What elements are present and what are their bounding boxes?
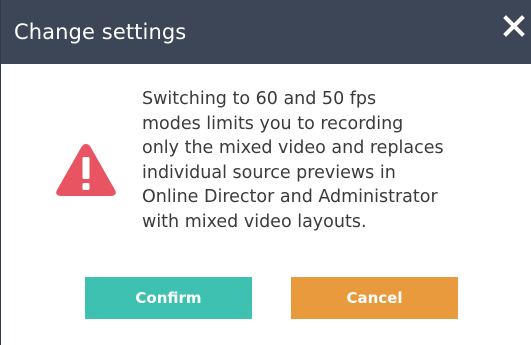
message-line: only the mixed video and replaces [142,138,444,159]
dialog-title: Change settings [14,20,187,44]
message-line: Switching to 60 and 50 fps [142,89,377,109]
dialog-header: Change settings [1,0,531,64]
close-icon[interactable] [501,13,527,39]
message-line: modes limits you to recording [142,113,404,134]
change-settings-dialog: Change settings Switching to 60 and 50 f… [0,0,531,345]
confirm-button[interactable]: Confirm [85,277,252,319]
message-line: individual source previews in [142,162,396,183]
message-line: Online Director and Administrator [142,187,438,208]
dialog-message: Switching to 60 and 50 fps modes limits … [142,87,502,235]
warning-icon [54,141,118,197]
cancel-button[interactable]: Cancel [291,277,458,319]
message-line: with mixed video layouts. [142,211,367,232]
